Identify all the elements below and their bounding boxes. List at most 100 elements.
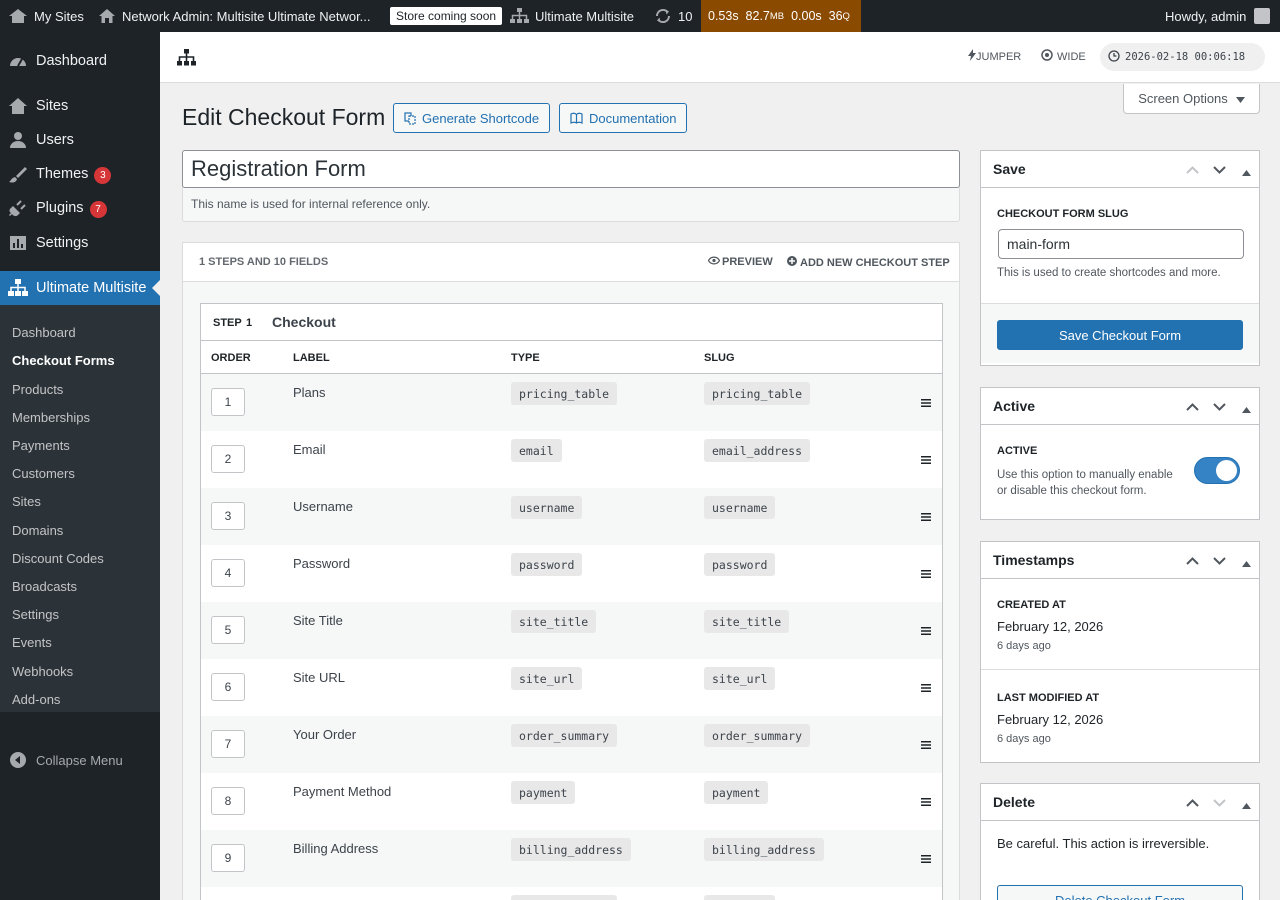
collapse-toggle-icon[interactable] xyxy=(1242,797,1251,812)
table-row[interactable]: 6 Site URL site_url site_url xyxy=(201,659,942,716)
table-row[interactable]: 9 Billing Address billing_address billing_a… xyxy=(201,830,942,887)
order-input[interactable]: 2 xyxy=(211,445,245,473)
my-sites-menu[interactable]: My Sites xyxy=(8,0,84,32)
screen-options-button[interactable]: Screen Options xyxy=(1123,84,1260,114)
brush-icon xyxy=(8,166,28,184)
menu-plugins-label: Plugins 7 xyxy=(36,200,107,218)
submenu-item-memberships[interactable]: Memberships xyxy=(12,410,90,425)
menu-sites[interactable]: Sites xyxy=(0,89,160,123)
drag-handle-icon[interactable] xyxy=(921,623,931,638)
order-input[interactable]: 7 xyxy=(211,730,245,758)
step-header[interactable]: STEP 1 Checkout xyxy=(201,304,942,341)
submenu-item-webhooks[interactable]: Webhooks xyxy=(12,664,73,679)
move-up-icon[interactable] xyxy=(1186,399,1199,414)
table-row[interactable]: 7 Your Order order_summary order_summary xyxy=(201,716,942,773)
perf-queries-unit: Q xyxy=(842,10,850,22)
checkout-form-slug-input[interactable] xyxy=(998,229,1244,259)
menu-plugins[interactable]: Plugins 7 xyxy=(0,192,160,226)
form-name-input[interactable] xyxy=(182,150,960,188)
collapse-toggle-icon[interactable] xyxy=(1242,555,1251,570)
table-row[interactable]: 4 Password password password xyxy=(201,545,942,602)
save-checkout-form-button[interactable]: Save Checkout Form xyxy=(997,320,1243,350)
delete-metabox-title: Delete xyxy=(993,794,1036,810)
submenu-item-events[interactable]: Events xyxy=(12,635,52,650)
move-down-icon[interactable] xyxy=(1213,399,1226,414)
table-row[interactable]: 1 Plans pricing_table pricing_table xyxy=(201,374,942,431)
drag-handle-icon[interactable] xyxy=(921,452,931,467)
drag-handle-icon[interactable] xyxy=(921,566,931,581)
field-label: Site Title xyxy=(293,613,343,628)
drag-handle-icon[interactable] xyxy=(921,680,931,695)
table-row[interactable]: 3 Username username username xyxy=(201,488,942,545)
order-input[interactable]: 4 xyxy=(211,559,245,587)
menu-sites-label: Sites xyxy=(36,98,69,114)
step-name: Checkout xyxy=(272,314,336,330)
submenu-item-products[interactable]: Products xyxy=(12,382,63,397)
ultimate-logo-icon[interactable] xyxy=(177,49,196,69)
move-down-icon[interactable] xyxy=(1213,162,1226,177)
table-row[interactable]: 2 Email email email_address xyxy=(201,431,942,488)
table-row[interactable]: 5 Site Title site_title site_title xyxy=(201,602,942,659)
collapse-toggle-icon[interactable] xyxy=(1242,401,1251,416)
submenu-item-dashboard[interactable]: Dashboard xyxy=(12,325,76,340)
field-label: Site URL xyxy=(293,670,346,685)
menu-plugins-text: Plugins xyxy=(36,200,84,216)
active-metabox-header: Active xyxy=(981,388,1259,425)
menu-themes[interactable]: Themes 3 xyxy=(0,158,160,192)
add-checkout-step-button[interactable]: ADD NEW CHECKOUT STEP xyxy=(787,256,950,269)
order-input[interactable]: 8 xyxy=(211,787,245,815)
jumper-button[interactable]: JUMPER xyxy=(968,49,1021,64)
table-row[interactable]: 8 Payment Method payment payment xyxy=(201,773,942,830)
order-input[interactable]: 1 xyxy=(211,388,245,416)
account-menu[interactable]: Howdy, admin xyxy=(1165,0,1246,32)
jumper-label: JUMPER xyxy=(976,50,1022,63)
perf-query-time: 0.00s xyxy=(791,9,822,23)
order-input[interactable]: 3 xyxy=(211,502,245,530)
drag-handle-icon[interactable] xyxy=(921,851,931,866)
table-row[interactable]: 10Checkoutsubmit_buttoncheckout xyxy=(201,887,942,900)
menu-dashboard[interactable]: Dashboard xyxy=(0,44,160,78)
menu-users[interactable]: Users xyxy=(0,123,160,157)
drag-handle-icon[interactable] xyxy=(921,737,931,752)
active-toggle[interactable] xyxy=(1194,457,1240,484)
submenu-item-payments[interactable]: Payments xyxy=(12,438,70,453)
submenu-item-customers[interactable]: Customers xyxy=(12,466,75,481)
delete-checkout-form-button[interactable]: Delete Checkout Form xyxy=(997,885,1243,900)
move-down-icon[interactable] xyxy=(1213,795,1226,810)
field-type: payment xyxy=(511,781,576,804)
drag-handle-icon[interactable] xyxy=(921,395,931,410)
updates-menu[interactable]: 10 xyxy=(654,0,692,32)
submenu-item-discount-codes[interactable]: Discount Codes xyxy=(12,551,104,566)
submenu-item-domains[interactable]: Domains xyxy=(12,523,63,538)
wide-button[interactable]: WIDE xyxy=(1041,49,1086,64)
query-monitor-bar[interactable]: 0.53s 82.7 MB 0.00s 36 Q xyxy=(701,0,861,32)
menu-settings[interactable]: Settings xyxy=(0,226,160,260)
collapse-toggle-icon[interactable] xyxy=(1242,164,1251,179)
move-down-icon[interactable] xyxy=(1213,553,1226,568)
sites-icon xyxy=(8,97,28,115)
drag-handle-icon[interactable] xyxy=(921,794,931,809)
submenu-item-broadcasts[interactable]: Broadcasts xyxy=(12,579,77,594)
submenu-item-sites[interactable]: Sites xyxy=(12,494,41,509)
documentation-button[interactable]: Documentation xyxy=(559,103,688,133)
order-input[interactable]: 6 xyxy=(211,673,245,701)
avatar[interactable] xyxy=(1254,8,1270,24)
order-input[interactable]: 5 xyxy=(211,616,245,644)
move-up-icon[interactable] xyxy=(1186,553,1199,568)
howdy-label: Howdy, admin xyxy=(1165,8,1247,24)
submenu-item-checkout-forms[interactable]: Checkout Forms xyxy=(12,353,115,368)
move-up-icon[interactable] xyxy=(1186,162,1199,177)
collapse-menu[interactable]: Collapse Menu xyxy=(0,746,160,774)
generate-shortcode-button[interactable]: Generate Shortcode xyxy=(393,103,551,133)
submenu-item-add-ons[interactable]: Add-ons xyxy=(12,692,60,707)
preview-button[interactable]: PREVIEW xyxy=(707,256,773,268)
move-up-icon[interactable] xyxy=(1186,795,1199,810)
network-admin-menu[interactable]: Network Admin: Multisite Ultimate Networ… xyxy=(98,0,371,32)
order-input[interactable]: 9 xyxy=(211,844,245,872)
menu-ultimate-multisite[interactable]: Ultimate Multisite xyxy=(0,271,160,305)
drag-handle-icon[interactable] xyxy=(921,509,931,524)
submenu-item-settings[interactable]: Settings xyxy=(12,607,59,622)
store-coming-soon-badge[interactable]: Store coming soon xyxy=(390,0,503,32)
plus-circle-icon xyxy=(787,256,797,269)
site-name-menu[interactable]: Ultimate Multisite xyxy=(510,0,634,32)
